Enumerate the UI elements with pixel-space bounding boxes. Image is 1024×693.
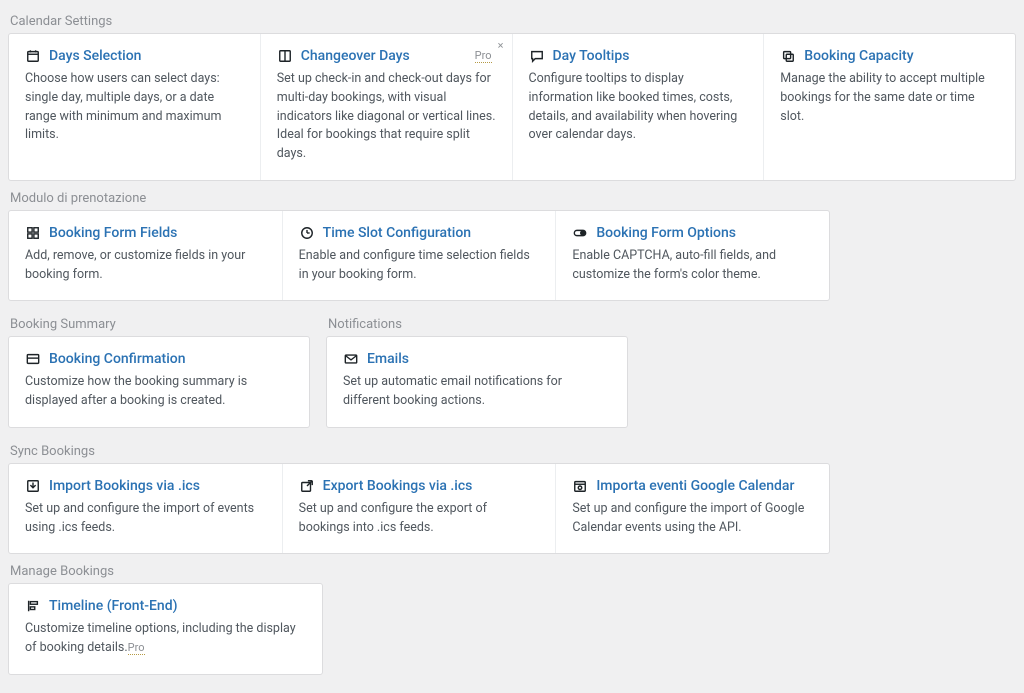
card-title-link[interactable]: Booking Capacity — [804, 48, 913, 64]
panel-booking-form: Booking Form Fields Add, remove, or cust… — [8, 210, 830, 302]
card-title-link[interactable]: Export Bookings via .ics — [323, 478, 473, 494]
copy-icon — [780, 48, 796, 64]
card-title-link[interactable]: Booking Form Fields — [49, 225, 177, 241]
calendar-icon — [25, 48, 41, 64]
card-title-link[interactable]: Booking Form Options — [596, 225, 736, 241]
card-time-slot-configuration[interactable]: Time Slot Configuration Enable and confi… — [282, 211, 556, 301]
section-title-calendar-settings: Calendar Settings — [10, 14, 1016, 29]
card-desc: Set up and configure the import of Googl… — [572, 500, 813, 538]
external-link-icon — [299, 478, 315, 494]
card-booking-confirmation[interactable]: Booking Confirmation Customize how the b… — [9, 337, 309, 427]
card-export-ics[interactable]: Export Bookings via .ics Set up and conf… — [282, 464, 556, 554]
chat-icon — [529, 48, 545, 64]
card-title-link[interactable]: Booking Confirmation — [49, 351, 186, 367]
card-desc: Configure tooltips to display informatio… — [529, 70, 748, 145]
card-desc: Set up check-in and check-out days for m… — [277, 70, 496, 164]
card-title-link[interactable]: Time Slot Configuration — [323, 225, 471, 241]
card-title-link[interactable]: Importa eventi Google Calendar — [596, 478, 794, 494]
columns-icon — [277, 48, 293, 64]
download-icon — [25, 478, 41, 494]
card-desc: Enable CAPTCHA, auto-fill fields, and cu… — [572, 247, 813, 285]
card-day-tooltips[interactable]: Day Tooltips Configure tooltips to displ… — [512, 34, 764, 180]
panel-booking-summary: Booking Confirmation Customize how the b… — [8, 336, 310, 428]
card-desc: Set up and configure the import of event… — [25, 500, 266, 538]
toggle-icon — [572, 225, 588, 241]
mail-icon — [343, 351, 359, 367]
card-booking-form-options[interactable]: Booking Form Options Enable CAPTCHA, aut… — [555, 211, 829, 301]
card-desc: Set up automatic email notifications for… — [343, 373, 611, 411]
section-title-booking-form: Modulo di prenotazione — [10, 191, 1016, 206]
panel-notifications: Emails Set up automatic email notificati… — [326, 336, 628, 428]
calendar-sync-icon — [572, 478, 588, 494]
card-import-ics[interactable]: Import Bookings via .ics Set up and conf… — [9, 464, 282, 554]
card-emails[interactable]: Emails Set up automatic email notificati… — [327, 337, 627, 427]
timeline-icon — [25, 598, 41, 614]
clock-icon — [299, 225, 315, 241]
card-desc: Add, remove, or customize fields in your… — [25, 247, 266, 285]
pro-badge: Pro — [475, 49, 492, 63]
card-icon — [25, 351, 41, 367]
panel-sync-bookings: Import Bookings via .ics Set up and conf… — [8, 463, 830, 555]
card-days-selection[interactable]: Days Selection Choose how users can sele… — [9, 34, 260, 180]
card-booking-capacity[interactable]: Booking Capacity Manage the ability to a… — [763, 34, 1015, 180]
section-title-notifications: Notifications — [328, 317, 628, 332]
section-title-sync-bookings: Sync Bookings — [10, 444, 1016, 459]
card-title-link[interactable]: Day Tooltips — [553, 48, 630, 64]
card-desc: Enable and configure time selection fiel… — [299, 247, 540, 285]
card-title-link[interactable]: Timeline (Front-End) — [49, 598, 178, 614]
card-title-link[interactable]: Import Bookings via .ics — [49, 478, 200, 494]
section-title-booking-summary: Booking Summary — [10, 317, 310, 332]
card-desc: Manage the ability to accept multiple bo… — [780, 70, 999, 126]
card-timeline-frontend[interactable]: Timeline (Front-End) Customize timeline … — [9, 584, 322, 674]
close-icon[interactable]: × — [498, 40, 504, 51]
card-import-google-calendar[interactable]: Importa eventi Google Calendar Set up an… — [555, 464, 829, 554]
card-desc: Set up and configure the export of booki… — [299, 500, 540, 538]
pro-badge: Pro — [128, 641, 145, 655]
panel-manage-bookings: Timeline (Front-End) Customize timeline … — [8, 583, 323, 675]
card-title-link[interactable]: Changeover Days — [301, 48, 410, 64]
card-changeover-days[interactable]: × Changeover Days Pro Set up check-in an… — [260, 34, 512, 180]
card-desc: Customize how the booking summary is dis… — [25, 373, 293, 411]
card-desc: Customize timeline options, including th… — [25, 620, 306, 658]
card-title-link[interactable]: Days Selection — [49, 48, 141, 64]
card-title-link[interactable]: Emails — [367, 351, 409, 367]
grid-icon — [25, 225, 41, 241]
card-booking-form-fields[interactable]: Booking Form Fields Add, remove, or cust… — [9, 211, 282, 301]
panel-calendar-settings: Days Selection Choose how users can sele… — [8, 33, 1016, 181]
card-desc: Choose how users can select days: single… — [25, 70, 244, 145]
